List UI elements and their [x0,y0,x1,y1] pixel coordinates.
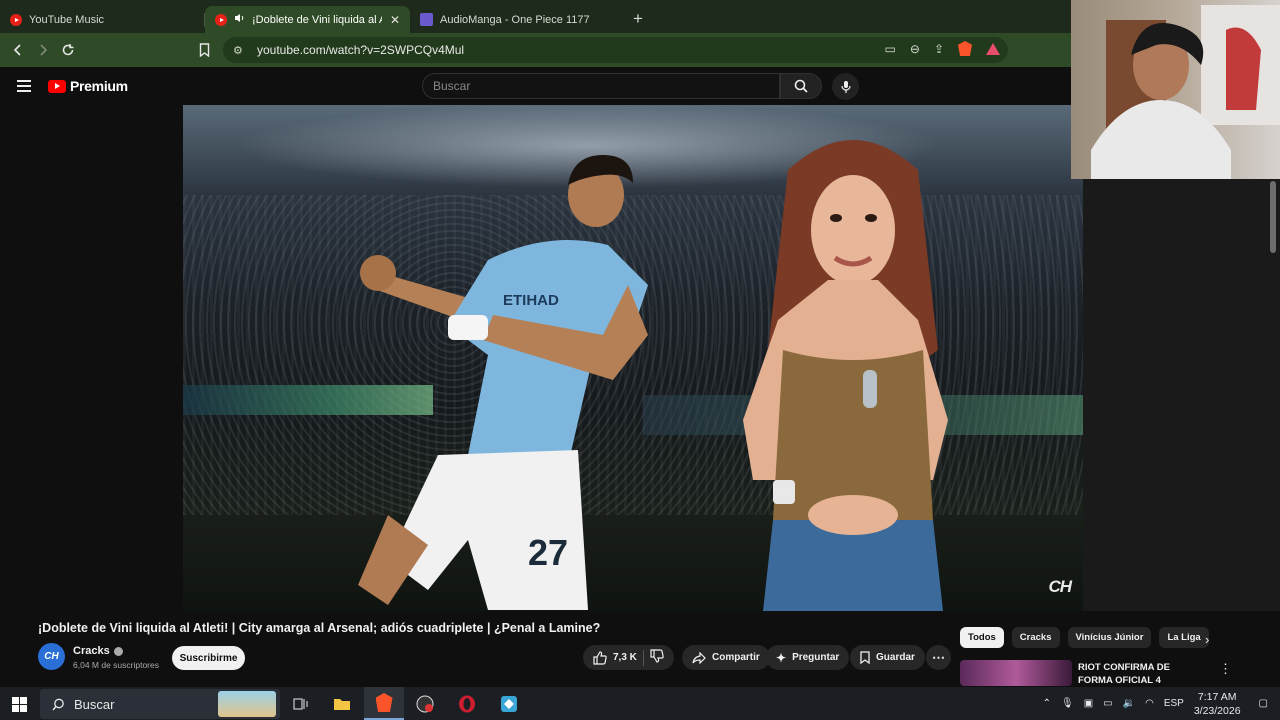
cast-icon[interactable]: ▭ [885,42,896,56]
opera-icon[interactable] [447,687,487,720]
microphone-tray-icon[interactable]: 🎙 [1061,698,1074,709]
windows-start-icon[interactable] [12,697,27,712]
tab-audiomanga[interactable]: AudioManga - One Piece 1177 [410,6,615,33]
verified-badge-icon [113,646,123,656]
forward-arrow-icon[interactable] [31,38,55,62]
notifications-icon[interactable]: ▢ [1259,698,1268,709]
clock[interactable]: 7:17 AM 3/23/2026 [1194,690,1241,718]
browser-tab-bar: YouTube Music ¡Doblete de Vini liquida a… [0,0,1071,33]
search-highlight-image [218,691,276,717]
thumbs-up-icon [593,650,607,665]
related-filter-chips: Todos Cracks Vinícius Júnior La Liga [960,627,1209,648]
recommendation-menu-icon[interactable]: ⋮ [1219,661,1232,677]
like-dislike-group: 7,3 K [583,645,674,670]
channel-watermark: CH [1048,577,1072,596]
brave-browser-icon[interactable] [364,687,404,720]
address-bar[interactable]: ⚙ youtube.com/watch?v=2SWPCQv4Mul ▭ ⊖ ⇪ [223,37,1008,63]
zoom-icon[interactable]: ⊖ [910,42,920,56]
thumbs-down-icon [650,649,664,663]
back-arrow-icon[interactable] [6,38,30,62]
svg-text:ETIHAD: ETIHAD [503,292,559,309]
tab-label: ¡Doblete de Vini liquida al Atl [252,13,382,26]
obs-studio-icon[interactable] [405,687,445,720]
browser-toolbar: ⚙ youtube.com/watch?v=2SWPCQv4Mul ▭ ⊖ ⇪ [0,33,1071,67]
channel-avatar[interactable]: CH [38,643,65,670]
channel-name-link[interactable]: Cracks [73,645,123,657]
share-arrow-icon [692,651,706,664]
more-actions-icon[interactable]: ⋯ [926,645,951,670]
save-button[interactable]: Guardar [850,645,925,670]
language-indicator[interactable]: ESP [1164,698,1184,709]
chip-todos[interactable]: Todos [960,627,1004,648]
volume-icon[interactable]: 🔉 [1123,698,1135,709]
video-title: ¡Doblete de Vini liquida al Atleti! | Ci… [38,621,601,635]
windows-taskbar: Buscar ⌃ 🎙 ▣ ▭ 🔉 ◠ ESP 7:17 AM 3/23/2026… [0,687,1280,720]
reload-icon[interactable] [56,38,80,62]
sparkle-icon: ✦ [776,650,787,665]
tab-current-video[interactable]: ¡Doblete de Vini liquida al Atl ✕ [205,6,410,33]
microphone-icon [840,80,851,93]
app-diamond-icon[interactable] [489,687,529,720]
share-button[interactable]: Compartir [682,645,770,670]
youtube-icon [215,13,227,26]
ask-button[interactable]: ✦ Preguntar [766,645,850,670]
recommendation-thumbnail[interactable] [960,660,1072,686]
file-explorer-icon[interactable] [322,687,362,720]
search-icon [794,79,808,93]
footballer-figure: ETIHAD 27 [358,155,648,610]
audio-playing-icon[interactable] [234,13,245,26]
url-text: youtube.com/watch?v=2SWPCQv4Mul [257,43,465,57]
youtube-logo-icon [48,79,66,93]
scrollbar-thumb[interactable] [1270,181,1276,253]
tab-youtube-music[interactable]: YouTube Music [0,6,205,33]
chip-la-liga[interactable]: La Liga [1159,627,1209,648]
share-icon[interactable]: ⇪ [934,42,944,56]
dislike-button[interactable] [650,649,664,666]
battery-icon[interactable]: ▭ [1103,698,1112,709]
presenter-figure [743,140,948,611]
brave-shields-icon[interactable] [958,41,972,56]
taskbar-search[interactable]: Buscar [40,689,280,719]
youtube-header: Premium Buscar [0,67,1071,105]
like-button[interactable]: 7,3 K [593,650,637,665]
close-tab-icon[interactable]: ✕ [390,13,400,27]
system-tray: ⌃ 🎙 ▣ ▭ 🔉 ◠ ESP 7:17 AM 3/23/2026 ▢ [1043,687,1280,720]
new-tab-button[interactable]: + [627,8,649,30]
task-view-icon[interactable] [281,687,321,720]
secondary-column [1083,179,1280,611]
bookmark-save-icon [860,651,870,664]
subscriber-count: 6,04 M de suscriptores [73,660,159,670]
site-settings-icon[interactable]: ⚙ [233,44,247,57]
youtube-premium-logo[interactable]: Premium [48,78,128,94]
youtube-music-icon [10,13,22,26]
search-button[interactable] [780,73,822,99]
webcam-overlay [1071,0,1280,179]
menu-icon[interactable] [17,80,31,95]
tab-label: AudioManga - One Piece 1177 [440,13,590,26]
wifi-icon[interactable]: ◠ [1145,698,1154,709]
tab-label: YouTube Music [29,13,105,26]
search-input[interactable]: Buscar [422,73,780,99]
voice-search-button[interactable] [832,73,859,100]
tray-chevron-up-icon[interactable]: ⌃ [1043,698,1051,709]
audiomanga-icon [420,13,433,26]
network-app-icon[interactable]: ▣ [1084,698,1093,709]
bookmark-icon[interactable] [192,38,216,62]
search-icon [52,698,64,710]
chevron-right-icon[interactable]: › [1205,632,1209,647]
chip-vinicius[interactable]: Vinícius Júnior [1067,627,1152,648]
subscribe-button[interactable]: Suscribirme [172,646,245,670]
chip-cracks[interactable]: Cracks [1011,627,1060,648]
video-player[interactable]: ETIHAD 27 CH [183,105,1083,611]
brave-rewards-icon[interactable] [986,42,1000,55]
svg-text:27: 27 [528,532,568,573]
